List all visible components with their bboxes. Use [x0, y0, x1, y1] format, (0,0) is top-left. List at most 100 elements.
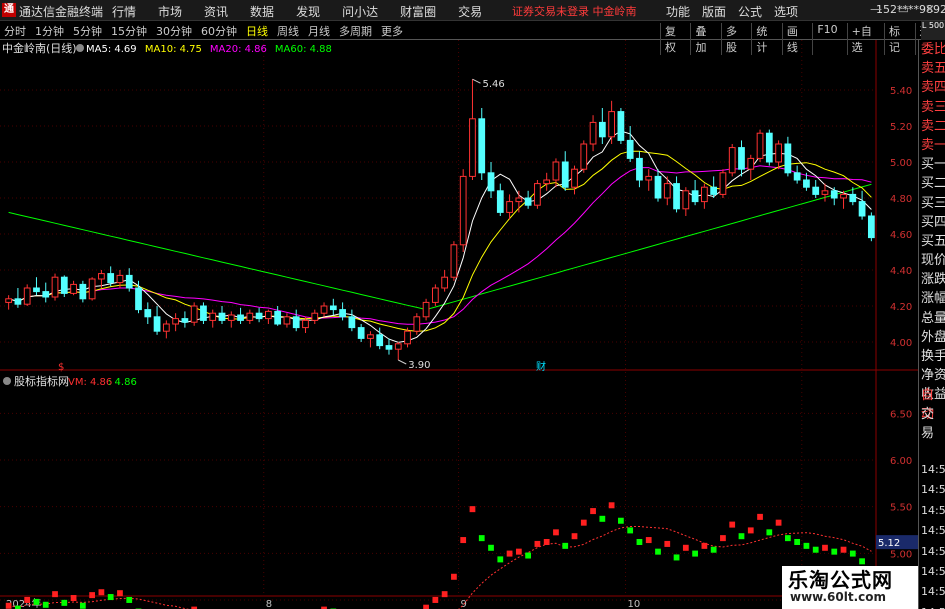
sidebar-item-5: 卖一: [921, 137, 945, 153]
sub-block-54: [506, 550, 513, 557]
right-menu-item-1[interactable]: 版面: [702, 3, 726, 20]
sub-block-4: [42, 601, 49, 608]
sub-block-9: [89, 592, 96, 599]
sub-tick-1: 6.00: [890, 456, 912, 467]
candle-body-41: [385, 345, 393, 350]
candle-body-33: [311, 312, 319, 321]
period-tab-6[interactable]: 日线: [246, 23, 268, 39]
watermark-url: www.60lt.com: [790, 590, 887, 604]
main-menu: 行情 市场 资讯 数据 发现 问小达 财富圈 交易: [112, 3, 504, 20]
main-tick-7: 4.00: [890, 338, 912, 349]
sub-block-58: [543, 538, 550, 545]
period-tab-0[interactable]: 分时: [4, 23, 26, 39]
candle-body-77: [719, 172, 727, 195]
candle-body-28: [265, 310, 272, 320]
sub-block-10: [98, 589, 105, 596]
sub-block-2: [24, 596, 31, 603]
sub-block-59: [553, 529, 559, 536]
quote-sidebar: 委比 卖五 卖四 卖三 卖二 卖一 买一 买二 买三 买四 买五 现价 涨跌 涨幅 总量 外盘 换手 净资 收益 自…: [918, 40, 945, 609]
candle-body-16: [153, 316, 161, 332]
candle-body-90: [840, 193, 847, 199]
x-label-3: 10: [628, 599, 641, 609]
sub-tick-3: 5.00: [890, 549, 912, 560]
sub-block-75: [701, 542, 708, 549]
sub-block-5: [52, 591, 58, 598]
period-tab-1[interactable]: 1分钟: [35, 23, 64, 39]
settings-dot-icon: [76, 44, 84, 52]
sub-block-62: [580, 519, 587, 526]
event-mark-0: $: [58, 362, 64, 373]
right-menu-item-2[interactable]: 公式: [738, 3, 762, 20]
candle-body-18: [172, 318, 179, 325]
period-tab-5[interactable]: 60分钟: [201, 23, 237, 39]
sub-block-88: [822, 544, 828, 551]
main-tick-3: 4.80: [890, 194, 912, 205]
menu-item-7[interactable]: 交易: [458, 3, 482, 20]
ma-label-0: MA5: 4.69: [86, 44, 137, 55]
period-tab-4[interactable]: 30分钟: [156, 23, 192, 39]
sub-block-86: [803, 542, 810, 549]
candle-body-11: [107, 273, 115, 284]
menu-item-1[interactable]: 市场: [158, 3, 182, 20]
candle-body-7: [70, 283, 77, 294]
candle-body-82: [765, 132, 773, 163]
sub-block-52: [488, 544, 494, 551]
event-mark-1: 财: [536, 360, 546, 373]
sidebar-lower-0[interactable]: 自动: [919, 386, 945, 422]
menu-item-5[interactable]: 问小达: [342, 3, 378, 20]
candle-body-72: [673, 183, 680, 210]
period-tab-2[interactable]: 5分钟: [73, 23, 102, 39]
window-controls[interactable]: — ▭ ✕: [870, 2, 941, 16]
candle-body-67: [626, 139, 634, 159]
menu-item-6[interactable]: 财富圈: [400, 3, 436, 20]
candle-body-69: [645, 175, 653, 181]
candle-body-1: [14, 298, 22, 305]
menu-item-2[interactable]: 资讯: [204, 3, 228, 20]
sidebar-item-14: 总量: [921, 310, 945, 326]
candle-body-38: [357, 327, 365, 339]
period-tab-8[interactable]: 月线: [308, 23, 330, 39]
app-logo-icon: 通: [2, 3, 16, 17]
sub-block-55: [515, 548, 522, 555]
candle-body-55: [515, 197, 523, 203]
candle-body-86: [803, 179, 810, 188]
sub-block-61: [571, 533, 578, 540]
period-tab-9[interactable]: 多周期: [339, 23, 372, 39]
candle-body-50: [469, 118, 476, 177]
candle-body-64: [598, 121, 606, 138]
candle-body-66: [617, 111, 625, 141]
sidebar-item-2: 卖四: [921, 80, 945, 96]
tick-time-4: 14:56: [921, 544, 945, 558]
candle-body-25: [237, 314, 244, 321]
menu-item-4[interactable]: 发现: [296, 3, 320, 20]
sub-block-12: [117, 590, 123, 597]
login-warning[interactable]: 证券交易未登录 中金岭南: [512, 3, 637, 19]
sidebar-item-17: 净资: [921, 368, 945, 384]
candle-body-29: [274, 310, 282, 325]
tick-time-2: 14:56: [921, 503, 945, 517]
sub-title: 股标指标网: [14, 374, 69, 388]
candle-body-52: [487, 172, 495, 192]
current-value: 5.12: [878, 538, 900, 549]
candle-body-32: [302, 319, 309, 329]
right-menu-item-0[interactable]: 功能: [666, 3, 690, 20]
candle-body-37: [348, 316, 356, 329]
period-tab-3[interactable]: 15分钟: [111, 23, 147, 39]
candle-body-5: [51, 276, 59, 298]
right-menu-item-3[interactable]: 选项: [774, 3, 798, 20]
candle-body-24: [227, 314, 235, 321]
candle-body-76: [710, 186, 718, 195]
period-tabs: 分时 1分钟 5分钟 15分钟 30分钟 60分钟 日线 周线 月线 多周期 更多: [4, 23, 412, 39]
sidebar-item-13: 涨幅: [921, 291, 945, 307]
sidebar-lower-1[interactable]: 交易: [919, 405, 945, 441]
period-tab-10[interactable]: 更多: [381, 23, 403, 39]
menu-item-0[interactable]: 行情: [112, 3, 136, 20]
candle-body-23: [218, 312, 226, 321]
kline-chart[interactable]: 5.40 5.20 5.00 4.80 4.60 4.40 4.20 4.00 6.50 6.00…: [0, 40, 918, 609]
candle-body-63: [589, 121, 597, 145]
sub-block-91: [849, 550, 856, 557]
period-tab-7[interactable]: 周线: [277, 23, 299, 39]
candle-body-85: [793, 172, 801, 181]
menu-item-3[interactable]: 数据: [250, 3, 274, 20]
sub-block-82: [766, 529, 773, 536]
